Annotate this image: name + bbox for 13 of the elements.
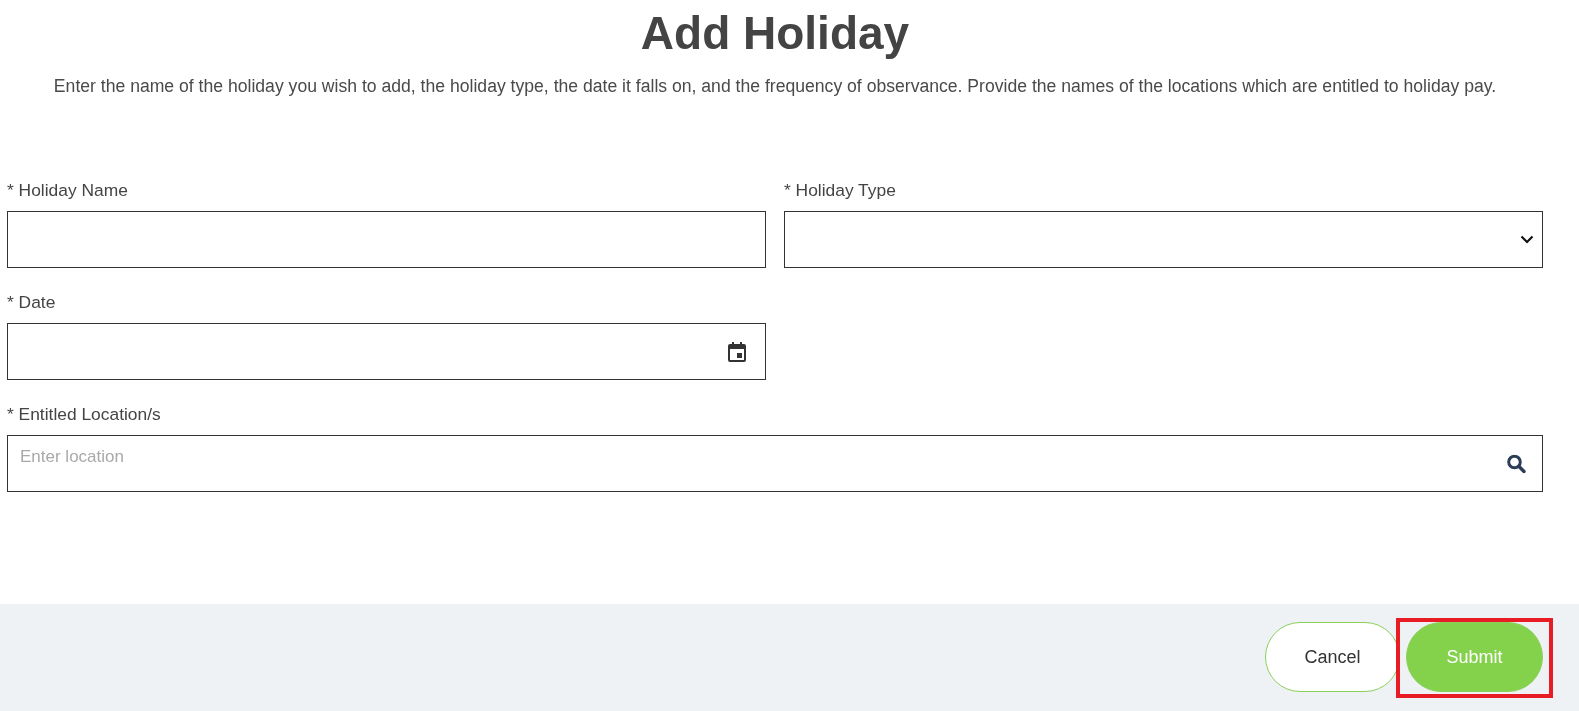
page-title: Add Holiday bbox=[640, 8, 910, 58]
search-field[interactable]: Enter location bbox=[7, 435, 1543, 492]
page-description: Enter the name of the holiday you wish to add, the holiday type, the date it falls on, and the frequency of observance. Provide the names of the locations which are entitled to holiday pay. bbox=[53, 75, 1497, 97]
chevron-down-icon bbox=[1520, 235, 1534, 244]
field-label: * Holiday Name bbox=[7, 180, 128, 200]
search-icon[interactable] bbox=[1507, 454, 1526, 473]
date-field[interactable] bbox=[7, 323, 766, 380]
field-label: * Entitled Location/s bbox=[7, 404, 161, 424]
text-field[interactable] bbox=[7, 211, 766, 268]
calendar-icon[interactable] bbox=[728, 341, 746, 362]
field-label: * Holiday Type bbox=[784, 180, 896, 200]
field-label: * Date bbox=[7, 292, 56, 312]
dropdown-field[interactable] bbox=[784, 211, 1543, 268]
